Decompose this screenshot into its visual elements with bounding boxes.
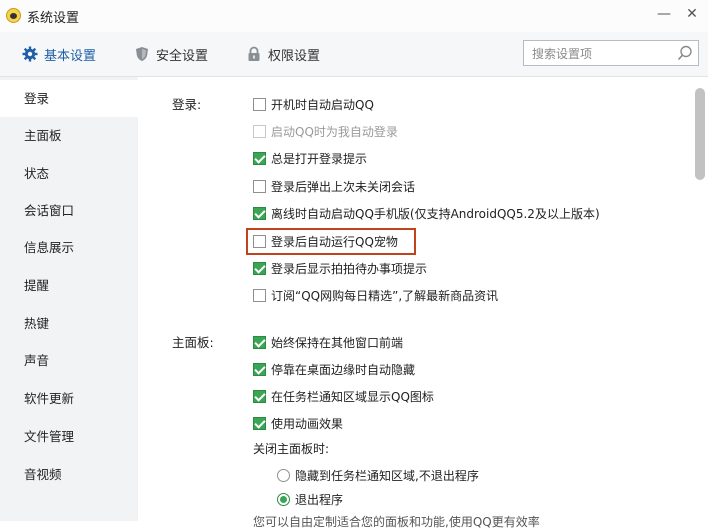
option-label: 在任务栏通知区域显示QQ图标 bbox=[271, 389, 434, 404]
tab-label: 安全设置 bbox=[156, 48, 209, 64]
checkbox[interactable] bbox=[253, 335, 266, 349]
settings-sidebar: 登录 主面板 状态 会话窗口 信息展示 提醒 热键 声音 软件更新 文件管理 音… bbox=[0, 77, 138, 521]
option-label: 订阅“QQ网购每日精选”,了解最新商品资讯 bbox=[271, 288, 499, 303]
sidebar-item-file-management[interactable]: 文件管理 bbox=[0, 418, 138, 455]
minimize-button[interactable]: — bbox=[656, 6, 672, 22]
checkbox[interactable] bbox=[253, 261, 266, 275]
option-offline-mobile-qq[interactable]: 离线时自动启动QQ手机版(仅支持AndroidQQ5.2及以上版本) bbox=[253, 204, 600, 222]
search-icon[interactable] bbox=[676, 44, 694, 62]
option-auto-hide[interactable]: 停靠在桌面边缘时自动隐藏 bbox=[253, 360, 415, 378]
sidebar-item-audio-video[interactable]: 音视频 bbox=[0, 456, 138, 493]
checkbox[interactable] bbox=[253, 362, 266, 376]
checkbox[interactable] bbox=[253, 416, 266, 430]
tab-security-settings[interactable]: 安全设置 bbox=[134, 44, 208, 64]
option-label: 总是打开登录提示 bbox=[271, 151, 368, 166]
login-section-label: 登录: bbox=[172, 97, 202, 112]
checkbox[interactable] bbox=[253, 389, 266, 403]
option-label: 隐藏到任务栏通知区域,不退出程序 bbox=[295, 468, 479, 483]
option-label: 使用动画效果 bbox=[271, 416, 344, 431]
radio-hide-to-tray[interactable]: 隐藏到任务栏通知区域,不退出程序 bbox=[277, 466, 479, 484]
qq-penguin-icon bbox=[6, 8, 21, 23]
option-auto-start-qq[interactable]: 开机时自动启动QQ bbox=[253, 95, 374, 113]
lock-icon bbox=[248, 46, 260, 61]
tab-basic-settings[interactable]: 基本设置 bbox=[22, 44, 96, 64]
sidebar-item-software-update[interactable]: 软件更新 bbox=[0, 380, 138, 417]
panel-section-label: 主面板: bbox=[172, 335, 214, 350]
shield-icon bbox=[136, 47, 148, 61]
title-bar: 系统设置 — ✕ bbox=[0, 0, 708, 32]
option-label: 离线时自动启动QQ手机版(仅支持AndroidQQ5.2及以上版本) bbox=[271, 206, 600, 221]
option-label: 登录后弹出上次未关闭会话 bbox=[271, 179, 416, 194]
checkbox[interactable] bbox=[253, 151, 266, 165]
tab-label: 权限设置 bbox=[268, 48, 321, 64]
checkbox[interactable] bbox=[253, 206, 266, 220]
radio-exit-program[interactable]: 退出程序 bbox=[277, 490, 343, 508]
close-button[interactable]: ✕ bbox=[684, 6, 700, 22]
sidebar-item-hotkeys[interactable]: 热键 bbox=[0, 305, 138, 342]
option-label: 登录后显示拍拍待办事项提示 bbox=[271, 261, 428, 276]
checkbox[interactable] bbox=[253, 234, 266, 248]
checkbox[interactable] bbox=[253, 179, 266, 193]
option-run-qq-pet[interactable]: 登录后自动运行QQ宠物 bbox=[253, 232, 398, 250]
search-box bbox=[523, 40, 699, 66]
checkbox bbox=[253, 124, 266, 138]
option-label: 停靠在桌面边缘时自动隐藏 bbox=[271, 362, 416, 377]
gear-icon bbox=[22, 46, 38, 62]
checkbox[interactable] bbox=[253, 288, 266, 302]
option-paipai-todo[interactable]: 登录后显示拍拍待办事项提示 bbox=[253, 259, 427, 277]
sidebar-item-chat-window[interactable]: 会话窗口 bbox=[0, 192, 138, 229]
search-input[interactable] bbox=[530, 42, 674, 66]
sidebar-item-sound[interactable]: 声音 bbox=[0, 342, 138, 379]
option-tray-icon[interactable]: 在任务栏通知区域显示QQ图标 bbox=[253, 387, 434, 405]
option-subscribe-daily[interactable]: 订阅“QQ网购每日精选”,了解最新商品资讯 bbox=[253, 286, 498, 304]
option-label: 开机时自动启动QQ bbox=[271, 97, 374, 112]
option-label: 退出程序 bbox=[295, 492, 344, 507]
sidebar-item-login[interactable]: 登录 bbox=[0, 80, 138, 117]
checkbox[interactable] bbox=[253, 97, 266, 111]
option-always-on-top[interactable]: 始终保持在其他窗口前端 bbox=[253, 333, 403, 351]
option-login-tips[interactable]: 总是打开登录提示 bbox=[253, 149, 367, 167]
close-panel-label: 关闭主面板时: bbox=[253, 442, 330, 456]
radio-button[interactable] bbox=[277, 492, 290, 506]
tab-permission-settings[interactable]: 权限设置 bbox=[246, 44, 320, 64]
option-label: 启动QQ时为我自动登录 bbox=[271, 124, 398, 139]
scrollbar-thumb[interactable] bbox=[695, 88, 705, 180]
option-auto-login: 启动QQ时为我自动登录 bbox=[253, 122, 398, 140]
option-label: 始终保持在其他窗口前端 bbox=[271, 335, 404, 350]
sidebar-item-info-display[interactable]: 信息展示 bbox=[0, 229, 138, 266]
sidebar-item-reminder[interactable]: 提醒 bbox=[0, 267, 138, 304]
sidebar-item-main-panel[interactable]: 主面板 bbox=[0, 117, 138, 154]
sidebar-item-status[interactable]: 状态 bbox=[0, 155, 138, 192]
settings-tabbar: 基本设置 安全设置 权限设置 bbox=[0, 32, 708, 77]
window-title: 系统设置 bbox=[27, 11, 80, 26]
radio-button[interactable] bbox=[277, 468, 290, 482]
tab-label: 基本设置 bbox=[44, 48, 97, 64]
option-label: 登录后自动运行QQ宠物 bbox=[271, 234, 398, 249]
panel-footer-text: 您可以自由定制适合您的面板和功能,使用QQ更有效率 bbox=[253, 515, 540, 529]
option-restore-sessions[interactable]: 登录后弹出上次未关闭会话 bbox=[253, 177, 415, 195]
option-animation[interactable]: 使用动画效果 bbox=[253, 414, 343, 432]
